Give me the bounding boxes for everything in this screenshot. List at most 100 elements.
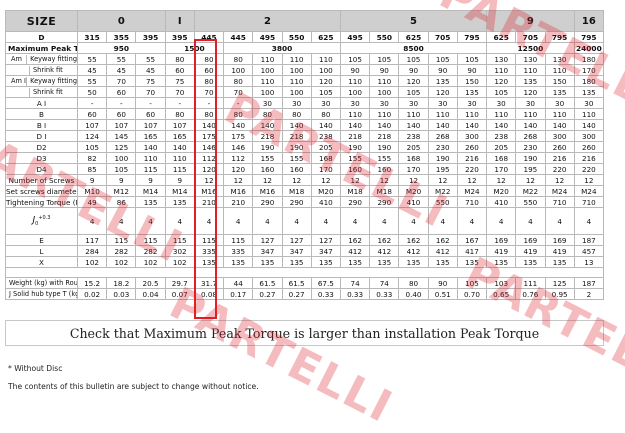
- row-value: 4: [252, 207, 283, 235]
- row-value: 230: [427, 141, 458, 153]
- row-value: 70: [193, 86, 225, 98]
- row-value: 412: [398, 245, 429, 257]
- row-value: 30: [398, 97, 429, 109]
- row-value: 55: [76, 53, 108, 65]
- row-value: 0.07: [164, 288, 195, 300]
- row-value: 135: [573, 86, 605, 98]
- row-value: 100: [369, 86, 400, 98]
- row-label-cell: Am Keyway fitting: [5, 53, 78, 65]
- row-label: Keyway fitting: [26, 54, 77, 64]
- row-value: 105: [310, 86, 341, 98]
- row-label: D I: [5, 130, 78, 142]
- row-value: 135: [164, 196, 195, 208]
- diameter-value: 625: [486, 31, 517, 43]
- row-value: M20: [398, 185, 429, 197]
- row-value: 335: [193, 245, 225, 257]
- row-value: 165: [164, 130, 195, 142]
- row-value: 124: [76, 130, 108, 142]
- row-value: 0.70: [456, 288, 488, 300]
- row-value: 44: [223, 277, 254, 289]
- row-value: 260: [456, 141, 488, 153]
- row-value: 115: [164, 234, 195, 246]
- row-value: 60: [193, 64, 225, 76]
- row-value: 170: [398, 163, 429, 175]
- peak-torque-notice: Check that Maximum Peak Torque is larger…: [5, 320, 604, 346]
- row-value: 102: [164, 256, 195, 268]
- row-value: 146: [193, 141, 225, 153]
- row-value: 162: [427, 234, 458, 246]
- row-value: 190: [339, 141, 371, 153]
- spec-row: L 284 282 282 302 335 335 347 347 347 412 412 412 412…: [5, 245, 605, 257]
- row-value: 90: [369, 64, 400, 76]
- spec-row: D4 85 105 115 115 120 120 160 160 170 160 160 170 195…: [5, 163, 605, 175]
- row-value: 105: [106, 163, 137, 175]
- row-value: 110: [339, 75, 371, 87]
- row-value: 169: [515, 234, 546, 246]
- row-label: D3: [5, 152, 78, 164]
- row-value: 120: [310, 75, 341, 87]
- row-value: 110: [544, 108, 575, 120]
- row-value: M24: [573, 185, 605, 197]
- row-value: 30: [486, 97, 517, 109]
- row-value: 4: [135, 207, 166, 235]
- row-group-label: [9, 66, 29, 75]
- row-label-cell: Shrink fit: [5, 86, 78, 98]
- row-value: 82: [76, 152, 108, 164]
- spacer-cell: [340, 267, 370, 278]
- row-value: 110: [369, 108, 400, 120]
- row-value: 230: [515, 141, 546, 153]
- row-value: 140: [135, 141, 166, 153]
- row-value: 282: [135, 245, 166, 257]
- mpt-value-size-5: 8500: [339, 42, 488, 54]
- row-value: 120: [398, 75, 429, 87]
- spacer-row: [5, 267, 605, 278]
- row-value: 20.5: [135, 277, 166, 289]
- diameter-value: 625: [310, 31, 341, 43]
- row-value: 410: [486, 196, 517, 208]
- diameter-value: 625: [398, 31, 429, 43]
- row-value: 160: [369, 163, 400, 175]
- row-value: 180: [573, 53, 605, 65]
- row-value: 550: [515, 196, 546, 208]
- row-value: 55: [106, 53, 137, 65]
- row-value: 103: [486, 277, 517, 289]
- row-value: 90: [427, 64, 458, 76]
- diameter-value: 495: [252, 31, 283, 43]
- row-value: 110: [252, 75, 283, 87]
- row-value: 105: [486, 86, 517, 98]
- row-value: M24: [544, 185, 575, 197]
- diameter-value: 705: [515, 31, 546, 43]
- row-value: 80: [193, 75, 225, 87]
- row-value: M18: [339, 185, 371, 197]
- row-value: 120: [427, 86, 458, 98]
- row-value: M10: [76, 185, 108, 197]
- row-value: 50: [76, 86, 108, 98]
- row-value: 80: [223, 108, 254, 120]
- spacer-cell: [311, 267, 341, 278]
- row-value: 155: [252, 152, 283, 164]
- row-value: 4: [193, 207, 225, 235]
- row-value: 30: [369, 97, 400, 109]
- row-value: 710: [573, 196, 605, 208]
- row-value: 140: [398, 119, 429, 131]
- spacer-cell: [135, 267, 166, 278]
- row-value: 105: [427, 53, 458, 65]
- row-value: 140: [486, 119, 517, 131]
- row-value: 110: [281, 53, 312, 65]
- row-value: 100: [106, 152, 137, 164]
- row-value: 30: [573, 97, 605, 109]
- spacer-cell: [515, 267, 545, 278]
- diameter-value: 395: [164, 31, 195, 43]
- diameter-row: D 315 355 395 395 445 445 495 550 625 495 550 625 70…: [5, 31, 605, 43]
- row-value: 60: [135, 108, 166, 120]
- row-value: 80: [164, 53, 195, 65]
- row-value: 284: [76, 245, 108, 257]
- row-value: 347: [252, 245, 283, 257]
- diameter-value: 355: [106, 31, 137, 43]
- row-value: 140: [164, 141, 195, 153]
- row-value: 110: [164, 152, 195, 164]
- row-value: 18.2: [106, 277, 137, 289]
- row-value: 70: [164, 86, 195, 98]
- diameter-value: 315: [76, 31, 108, 43]
- row-value: 30: [310, 97, 341, 109]
